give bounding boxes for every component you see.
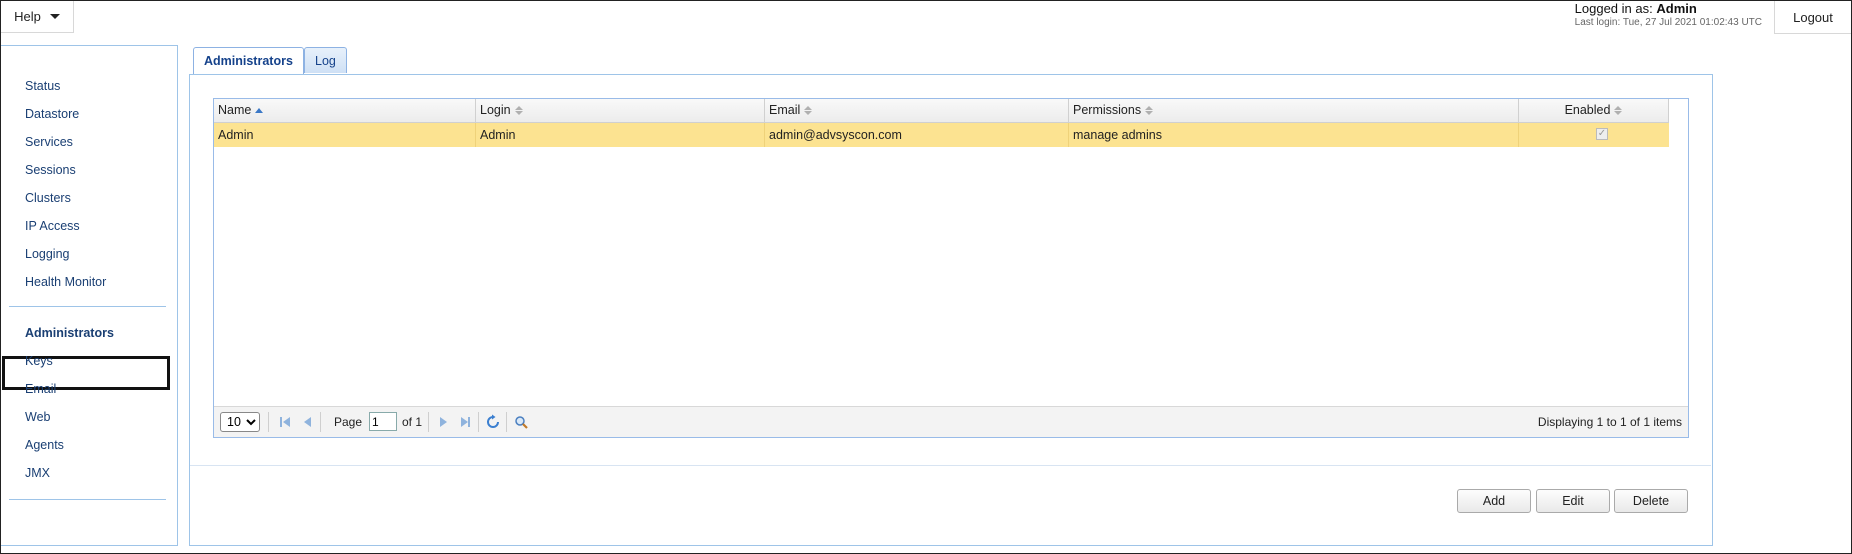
sidebar-item-sessions[interactable]: Sessions <box>25 162 76 178</box>
login-info: Logged in as: Admin Last login: Tue, 27 … <box>1575 1 1762 29</box>
page-count-label: of 1 <box>402 415 423 429</box>
sidebar-item-keys[interactable]: Keys <box>25 353 53 369</box>
column-header-login[interactable]: Login <box>476 99 765 122</box>
first-page-icon[interactable] <box>278 414 292 430</box>
sort-icon <box>1614 106 1623 115</box>
column-header-name[interactable]: Name <box>214 99 476 122</box>
sidebar-item-jmx[interactable]: JMX <box>25 465 50 481</box>
pager-separator <box>478 412 479 432</box>
sidebar-item-ip-access[interactable]: IP Access <box>25 218 80 234</box>
sort-icon <box>804 106 813 115</box>
administrators-grid: Name Login Email Permissions Enabled Adm… <box>213 98 1689 438</box>
logged-in-user: Admin <box>1656 1 1697 16</box>
sort-icon <box>1145 106 1154 115</box>
page-size-select[interactable]: 10 <box>220 412 260 432</box>
chevron-down-icon <box>49 14 60 19</box>
column-header-enabled[interactable]: Enabled <box>1519 99 1669 122</box>
pager-separator <box>506 412 507 432</box>
sidebar-item-services[interactable]: Services <box>25 134 73 150</box>
sidebar-item-logging[interactable]: Logging <box>25 246 70 262</box>
column-header-email-label: Email <box>769 103 801 117</box>
delete-button[interactable]: Delete <box>1614 489 1688 513</box>
sidebar-item-agents[interactable]: Agents <box>25 437 64 453</box>
pager-separator <box>428 412 429 432</box>
logout-button[interactable]: Logout <box>1774 1 1851 34</box>
panel-divider <box>190 465 1711 466</box>
edit-button[interactable]: Edit <box>1536 489 1610 513</box>
grid-header: Name Login Email Permissions Enabled <box>214 99 1669 123</box>
sidebar-item-email[interactable]: Email <box>25 381 56 397</box>
logged-in-line: Logged in as: Admin <box>1575 1 1762 16</box>
column-header-email[interactable]: Email <box>765 99 1069 122</box>
page-number-input[interactable] <box>369 412 397 431</box>
tab-log[interactable]: Log <box>304 47 347 73</box>
column-header-login-label: Login <box>480 103 511 117</box>
sort-ascending-icon <box>255 108 264 113</box>
tab-administrators[interactable]: Administrators <box>193 47 304 74</box>
sidebar-item-administrators[interactable]: Administrators <box>25 325 114 341</box>
column-header-name-label: Name <box>218 103 252 117</box>
sidebar-divider <box>9 306 166 307</box>
refresh-icon[interactable] <box>486 414 500 430</box>
add-button[interactable]: Add <box>1457 489 1531 513</box>
enabled-checkbox[interactable]: ✓ <box>1596 128 1608 140</box>
column-header-permissions-label: Permissions <box>1073 103 1142 117</box>
sidebar-item-status[interactable]: Status <box>25 78 60 94</box>
pager-separator <box>268 412 269 432</box>
sort-icon <box>514 106 523 115</box>
previous-page-icon[interactable] <box>300 414 314 430</box>
cell-login: Admin <box>476 123 765 147</box>
next-page-icon[interactable] <box>436 414 450 430</box>
pager-separator <box>320 412 321 432</box>
column-header-permissions[interactable]: Permissions <box>1069 99 1519 122</box>
cell-permissions: manage admins <box>1069 123 1519 147</box>
pagination-info: Displaying 1 to 1 of 1 items <box>1537 415 1682 429</box>
sidebar-item-health-monitor[interactable]: Health Monitor <box>25 274 106 290</box>
sidebar: Status Datastore Services Sessions Clust… <box>1 45 178 546</box>
cell-name: Admin <box>214 123 476 147</box>
table-row[interactable]: Admin Admin admin@advsyscon.com manage a… <box>214 123 1669 147</box>
sidebar-divider-bottom <box>9 499 166 500</box>
sidebar-item-clusters[interactable]: Clusters <box>25 190 71 206</box>
pagination-toolbar: 10 Page of 1 Disp <box>214 406 1688 437</box>
column-header-enabled-label: Enabled <box>1564 103 1611 117</box>
sidebar-item-web[interactable]: Web <box>25 409 50 425</box>
sidebar-item-datastore[interactable]: Datastore <box>25 106 79 122</box>
last-login-text: Last login: Tue, 27 Jul 2021 01:02:43 UT… <box>1574 17 1762 28</box>
page-label: Page <box>334 415 363 429</box>
logged-in-prefix: Logged in as: <box>1574 1 1653 16</box>
help-menu-button[interactable]: Help <box>1 1 74 33</box>
cell-email: admin@advsyscon.com <box>765 123 1069 147</box>
last-page-icon[interactable] <box>458 414 472 430</box>
help-label: Help <box>14 9 41 24</box>
search-icon[interactable] <box>514 414 528 430</box>
